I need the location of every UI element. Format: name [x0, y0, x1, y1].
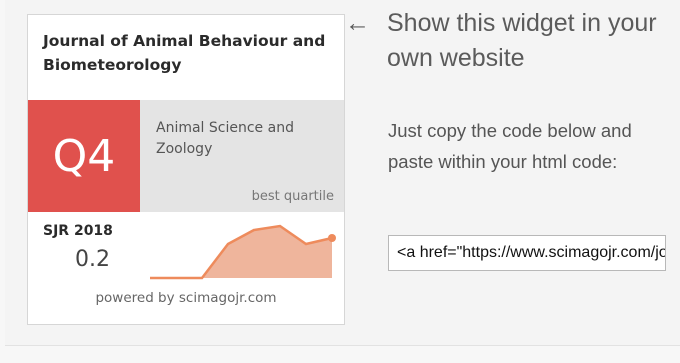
powered-by-link[interactable]: powered by scimagojr.com [28, 290, 344, 306]
sjr-area [150, 226, 332, 278]
journal-title[interactable]: Journal of Animal Behaviour and Biometeo… [43, 29, 333, 77]
sjr-trend-chart [150, 224, 336, 280]
sjr-label: SJR 2018 [43, 223, 113, 239]
scimago-widget[interactable]: Journal of Animal Behaviour and Biometeo… [27, 14, 345, 325]
sjr-latest-point [328, 234, 336, 242]
sjr-value: 0.2 [75, 247, 110, 272]
best-quartile-label: best quartile [251, 189, 334, 204]
quartile-badge: Q4 [28, 100, 140, 212]
embed-code-field[interactable]: <a href="https://www.scimagojr.com/journ… [388, 235, 666, 271]
left-arrow-icon: ← [345, 9, 370, 37]
embed-title: Show this widget in your own website [387, 9, 657, 72]
category-name: Animal Science and Zoology [156, 120, 294, 157]
embed-instructions: Just copy the code below and paste withi… [388, 120, 632, 172]
category-box: Animal Science and Zoology best quartile [140, 100, 344, 212]
